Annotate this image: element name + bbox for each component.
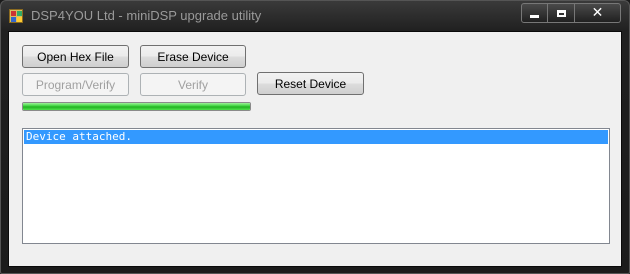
close-icon: ✕ xyxy=(591,5,604,21)
erase-device-button[interactable]: Erase Device xyxy=(140,45,246,68)
log-listbox[interactable]: Device attached. xyxy=(22,128,610,244)
reset-device-button[interactable]: Reset Device xyxy=(257,72,364,95)
open-hex-file-button[interactable]: Open Hex File xyxy=(22,45,129,68)
window-controls: ✕ xyxy=(521,3,621,23)
close-button[interactable]: ✕ xyxy=(575,3,621,23)
minimize-icon xyxy=(530,14,539,18)
title-bar[interactable]: DSP4YOU Ltd - miniDSP upgrade utility ✕ xyxy=(1,1,629,31)
maximize-button[interactable] xyxy=(548,3,575,23)
minimize-button[interactable] xyxy=(521,3,548,23)
window-title: DSP4YOU Ltd - miniDSP upgrade utility xyxy=(31,8,262,23)
maximize-icon xyxy=(556,9,566,17)
app-window: DSP4YOU Ltd - miniDSP upgrade utility ✕ … xyxy=(0,0,630,274)
app-icon[interactable] xyxy=(9,9,23,23)
progress-bar xyxy=(22,102,251,111)
progress-fill xyxy=(23,103,250,110)
verify-button[interactable]: Verify xyxy=(140,73,246,96)
client-area: Open Hex File Erase Device Program/Verif… xyxy=(8,31,622,267)
list-item[interactable]: Device attached. xyxy=(24,130,608,144)
program-verify-button[interactable]: Program/Verify xyxy=(22,73,129,96)
